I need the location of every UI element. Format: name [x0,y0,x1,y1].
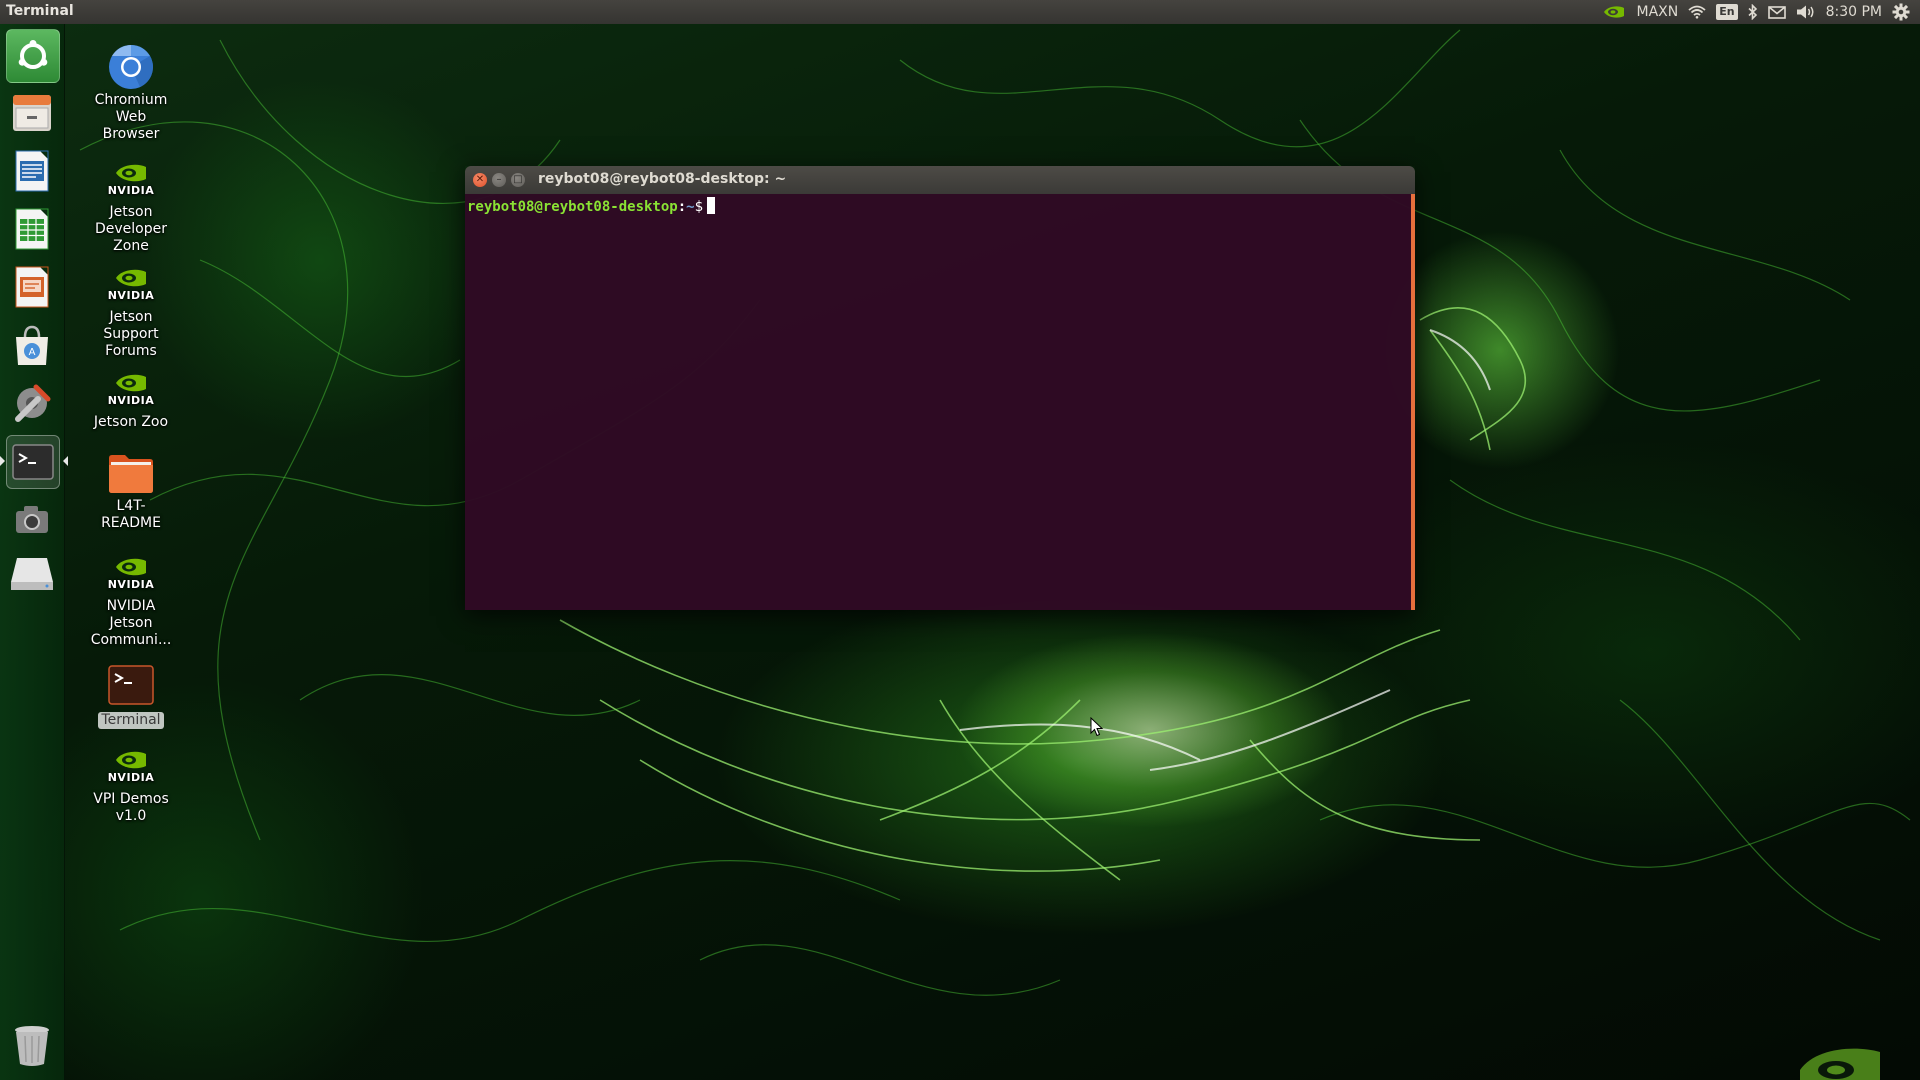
mail-icon[interactable] [1767,0,1786,24]
terminal-icon [108,665,154,705]
nvidia-logo-icon[interactable] [1602,0,1626,24]
impress-icon [15,266,49,308]
calc-icon [15,208,49,250]
nvidia-wordmark: NVIDIA [107,393,155,407]
drive-icon [11,558,53,590]
terminal-prompt-line: reybot08@reybot08-desktop:~$ [467,197,1409,216]
window-maximize-button[interactable]: □ [511,173,525,187]
terminal-content-area[interactable]: reybot08@reybot08-desktop:~$ [465,194,1411,610]
desktop-icon-label: Chromium Web Browser [94,92,168,142]
prompt-user-host: reybot08@reybot08-desktop [467,199,678,215]
launcher-files-button[interactable] [6,87,58,139]
desktop-icon-label: Jetson Support Forums [103,309,159,359]
shopping-bag-icon: A [16,325,48,365]
nvidia-logo-icon: NVIDIA [108,267,155,302]
keyboard-layout-label: En [1716,4,1738,20]
desktop-icon-terminal[interactable]: Terminal [83,662,179,729]
prompt-separator: : [677,199,687,215]
folder-icon [109,455,153,493]
desktop-icon-l4t-readme[interactable]: L4T- README [83,450,179,532]
desktop-icon-jetson-support-forums[interactable]: NVIDIA Jetson Support Forums [83,261,179,360]
desktop-icon-label: NVIDIA Jetson Communi... [90,598,172,648]
volume-icon[interactable] [1796,0,1816,24]
terminal-titlebar[interactable]: ✕ – □ reybot08@reybot08-desktop: ~ [465,166,1415,194]
top-panel: Terminal MAXN En 8:30 PM [0,0,1920,24]
camera-icon [16,506,48,533]
launcher-calc-button[interactable] [6,203,58,255]
trash-icon [15,1026,49,1066]
clock[interactable]: 8:30 PM [1826,0,1882,24]
launcher-software-center-button[interactable]: A [6,319,58,371]
desktop-icon-chromium[interactable]: Chromium Web Browser [83,44,179,143]
maximize-icon: □ [513,174,523,185]
desktop-icon-jetson-zoo[interactable]: NVIDIA Jetson Zoo [83,366,179,431]
writer-icon [15,150,49,192]
bluetooth-icon[interactable] [1748,0,1758,24]
nvidia-wordmark: NVIDIA [107,770,155,784]
prompt-directory: ~ [686,199,695,215]
file-cabinet-icon [13,95,51,131]
window-close-button[interactable]: ✕ [473,173,487,187]
keyboard-layout-indicator[interactable]: En [1716,0,1738,24]
launcher-settings-button[interactable] [6,377,58,429]
launcher-dash-button[interactable] [6,29,60,83]
active-app-title: Terminal [6,3,74,19]
settings-icon [15,384,51,422]
chromium-icon [109,45,153,89]
nvidia-logo-icon: NVIDIA [108,372,155,407]
launcher-trash-button[interactable] [6,1019,58,1071]
power-mode-indicator[interactable]: MAXN [1636,0,1678,24]
launcher-impress-button[interactable] [6,261,58,313]
nvidia-logo-icon: NVIDIA [108,556,155,591]
window-minimize-button[interactable]: – [492,173,506,187]
launcher-focus-indicator [63,456,68,466]
nvidia-logo-icon: NVIDIA [108,749,155,784]
launcher-terminal-button[interactable] [6,435,60,489]
desktop-icon-label: Terminal [98,712,164,729]
text-cursor [707,197,716,214]
svg-text:A: A [29,347,36,358]
launcher-camera-button[interactable] [6,493,58,545]
terminal-window[interactable]: ✕ – □ reybot08@reybot08-desktop: ~ reybo… [465,166,1415,610]
nvidia-logo-icon: NVIDIA [108,162,155,197]
terminal-icon [12,444,54,480]
prompt-symbol: $ [694,199,704,215]
terminal-window-title: reybot08@reybot08-desktop: ~ [538,171,787,187]
desktop-icon-label: L4T- README [101,498,161,531]
desktop-icon-label: VPI Demos v1.0 [93,791,169,824]
wifi-icon[interactable] [1688,0,1706,24]
nvidia-wordmark: NVIDIA [107,288,155,302]
close-icon: ✕ [475,174,485,185]
launcher-bar: A [0,24,68,1080]
nvidia-watermark-icon [1800,1048,1880,1080]
desktop-icon-jetson-developer-zone[interactable]: NVIDIA Jetson Developer Zone [83,156,179,255]
desktop-icon-vpi-demos[interactable]: NVIDIA VPI Demos v1.0 [83,743,179,825]
mouse-pointer-icon [1090,717,1104,737]
desktop-icon-label: Jetson Zoo [93,414,169,430]
settings-gear-icon[interactable] [1892,0,1910,24]
desktop-icon-nvidia-jetson-community[interactable]: NVIDIA NVIDIA Jetson Communi... [83,550,179,649]
nvidia-wordmark: NVIDIA [107,183,155,197]
dash-icon [18,40,48,69]
indicator-area: MAXN En 8:30 PM [1602,0,1920,24]
minimize-icon: – [496,174,502,185]
launcher-running-indicator [0,456,5,466]
nvidia-wordmark: NVIDIA [107,577,155,591]
desktop-icon-label: Jetson Developer Zone [94,204,167,254]
launcher-writer-button[interactable] [6,145,58,197]
launcher-drive-button[interactable] [6,546,58,598]
terminal-scrollbar[interactable] [1411,194,1415,610]
